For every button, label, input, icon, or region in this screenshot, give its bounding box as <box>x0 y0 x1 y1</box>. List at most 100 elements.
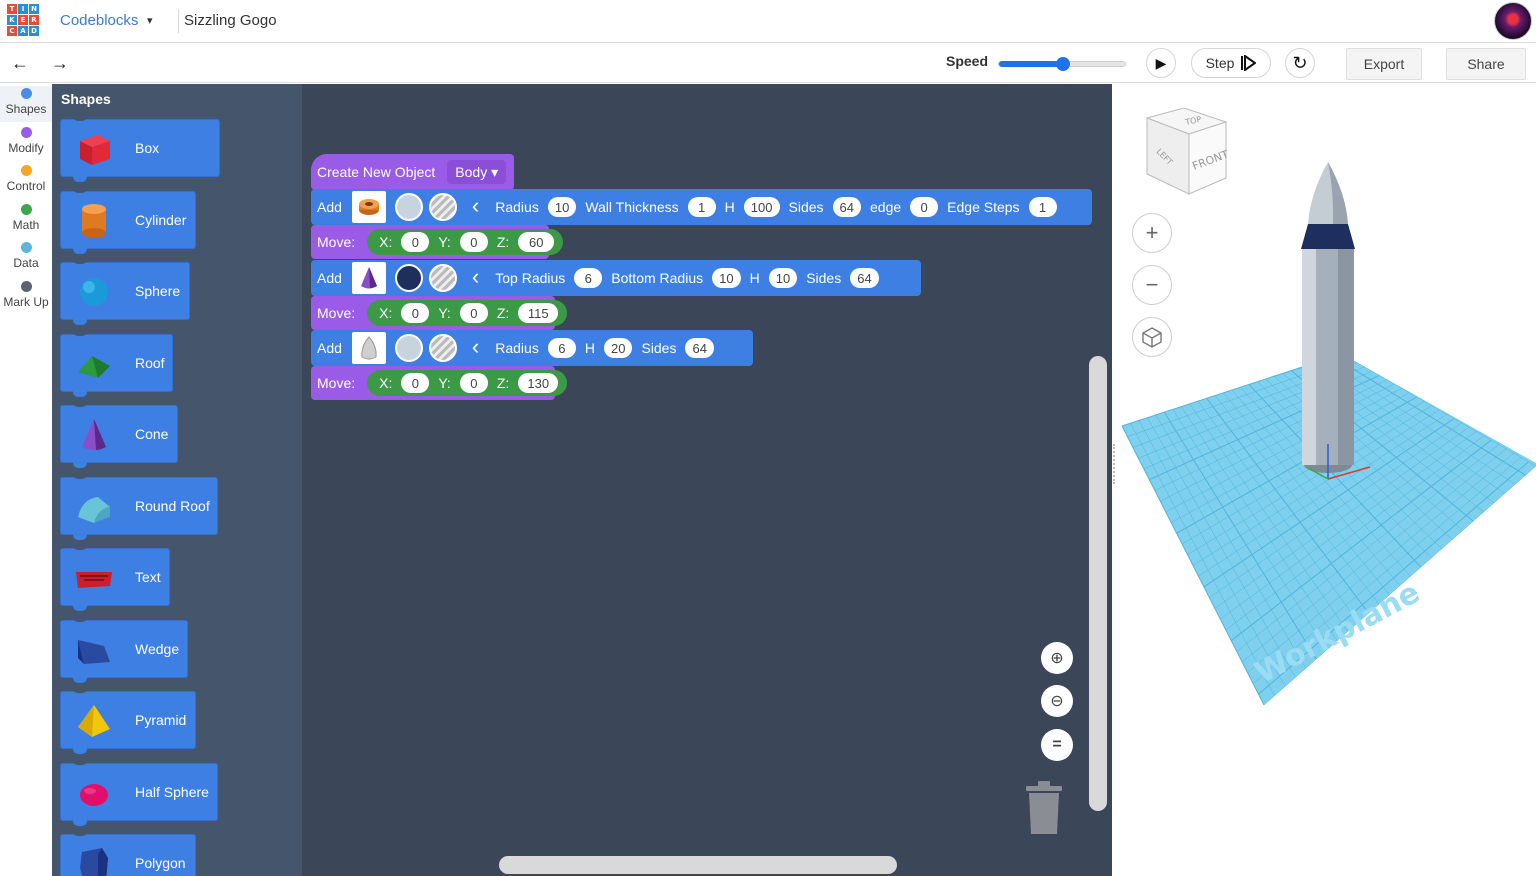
move-block-2[interactable]: Move: X: 0 Y: 0 Z: 115 <box>311 296 568 330</box>
speed-slider-thumb[interactable] <box>1056 57 1070 71</box>
workspace-vertical-scrollbar[interactable] <box>1089 356 1107 811</box>
undo-icon[interactable]: ← <box>8 51 32 75</box>
shape-block-sphere[interactable]: Sphere <box>60 258 190 325</box>
y-value-input[interactable]: 0 <box>459 373 488 393</box>
move-block-1[interactable]: Move: X: 0 Y: 0 Z: 60 <box>311 225 564 259</box>
shape-block-polygon[interactable]: Polygon <box>60 830 196 876</box>
workplane-grid[interactable]: Workplane <box>1112 84 1536 876</box>
z-value-input[interactable]: 115 <box>518 303 559 323</box>
x-value-input[interactable]: 0 <box>401 303 430 323</box>
3d-viewport[interactable]: TOP LEFT FRONT + − Workplane <box>1112 84 1536 876</box>
add-label: Add <box>317 340 342 356</box>
param-value-input[interactable]: 0 <box>910 197 939 217</box>
y-value-input[interactable]: 0 <box>459 232 488 252</box>
param-label: Radius <box>495 340 539 356</box>
xyz-vector-block[interactable]: X: 0 Y: 0 Z: 60 <box>367 229 564 255</box>
roof-icon <box>73 343 115 385</box>
redo-icon[interactable]: → <box>48 51 72 75</box>
object-name-dropdown[interactable]: Body ▾ <box>447 160 507 184</box>
x-value-input[interactable]: 0 <box>401 373 430 393</box>
shape-block-half-sphere[interactable]: Half Sphere <box>60 758 218 826</box>
hole-toggle[interactable] <box>428 264 457 292</box>
shape-block-cylinder[interactable]: Cylinder <box>60 186 196 254</box>
y-value-input[interactable]: 0 <box>459 303 488 323</box>
speed-slider-fill <box>999 61 1063 67</box>
tinkercad-logo[interactable]: TIN KER CAD <box>7 4 39 36</box>
category-label: Shapes <box>5 102 47 116</box>
collapse-chevron-icon[interactable]: ‹ <box>472 334 479 360</box>
param-value-input[interactable]: 6 <box>547 338 576 358</box>
shape-label: Text <box>135 569 161 585</box>
move-block-3[interactable]: Move: X: 0 Y: 0 Z: 130 <box>311 366 568 400</box>
param-label: H <box>749 270 760 286</box>
shape-block-round-roof[interactable]: Round Roof <box>60 472 218 540</box>
export-button[interactable]: Export <box>1346 48 1422 80</box>
param-value-input[interactable]: 64 <box>832 197 861 217</box>
shape-block-text[interactable]: Text <box>60 544 170 611</box>
param-value-input[interactable]: 10 <box>547 197 577 217</box>
z-value-input[interactable]: 130 <box>518 373 559 393</box>
color-swatch[interactable] <box>394 264 423 292</box>
param-value-input[interactable]: 64 <box>685 338 714 358</box>
collapse-chevron-icon[interactable]: ‹ <box>472 264 479 290</box>
add-paraboloid-block[interactable]: Add ‹ Radius 6 H 20 Sides 64 <box>311 330 753 366</box>
param-value-input[interactable]: 20 <box>603 338 633 358</box>
shape-block-pyramid[interactable]: Pyramid <box>60 687 196 754</box>
category-data[interactable]: Data <box>0 240 52 276</box>
app-name[interactable]: Codeblocks <box>60 12 138 29</box>
shape-label: Pyramid <box>135 712 187 728</box>
shape-label: Round Roof <box>135 497 210 514</box>
param-value-input[interactable]: 1 <box>1028 197 1057 217</box>
param-value-input[interactable]: 64 <box>850 268 879 288</box>
xyz-vector-block[interactable]: X: 0 Y: 0 Z: 115 <box>367 300 568 326</box>
category-shapes[interactable]: Shapes <box>0 86 52 122</box>
app-switcher-caret-icon[interactable]: ▾ <box>147 14 153 27</box>
hole-toggle[interactable] <box>428 193 457 221</box>
z-value-input[interactable]: 60 <box>518 232 555 252</box>
share-button[interactable]: Share <box>1446 48 1526 80</box>
paraboloid-thumbnail <box>351 332 386 364</box>
user-avatar[interactable] <box>1494 2 1532 40</box>
workspace-horizontal-scrollbar[interactable] <box>499 856 897 874</box>
collapse-chevron-icon[interactable]: ‹ <box>472 193 479 219</box>
hole-toggle[interactable] <box>428 334 457 362</box>
workspace-zoom-reset-icon[interactable]: = <box>1041 729 1073 761</box>
shape-block-cone[interactable]: Cone <box>60 401 178 468</box>
param-label: Radius <box>495 199 539 215</box>
app-header: TIN KER CAD Codeblocks ▾ Sizzling Gogo <box>0 0 1536 43</box>
category-modify[interactable]: Modify <box>0 125 52 161</box>
category-math[interactable]: Math <box>0 202 52 238</box>
category-control[interactable]: Control <box>0 163 52 199</box>
add-cone-block[interactable]: Add ‹ Top Radius 6 Bottom Radius 10 H 10 Sides… <box>311 260 921 296</box>
param-value-input[interactable]: 6 <box>574 268 603 288</box>
x-label: X: <box>379 234 393 250</box>
param-value-input[interactable]: 10 <box>768 268 798 288</box>
trash-icon[interactable] <box>1022 780 1066 836</box>
play-button[interactable]: ▶ <box>1146 48 1176 78</box>
add-tube-block[interactable]: Add ‹ Radius 10 Wall Thickness 1 H 100 Sides 64… <box>311 189 1092 225</box>
color-swatch[interactable] <box>394 193 423 221</box>
move-label: Move: <box>317 375 356 391</box>
shape-block-wedge[interactable]: Wedge <box>60 615 188 683</box>
xyz-vector-block[interactable]: X: 0 Y: 0 Z: 130 <box>367 370 568 396</box>
shape-label: Sphere <box>135 283 181 299</box>
viewport-resize-handle[interactable] <box>1113 444 1117 484</box>
box-icon <box>73 128 115 170</box>
color-swatch[interactable] <box>394 334 423 362</box>
workspace-zoom-in-icon[interactable]: ⊕ <box>1041 642 1073 674</box>
project-name[interactable]: Sizzling Gogo <box>184 12 277 29</box>
param-value-input[interactable]: 10 <box>712 268 741 288</box>
param-label: H <box>724 199 735 215</box>
code-workspace[interactable]: Create New Object Body ▾ Add ‹ Radius 10 W… <box>302 84 1112 876</box>
step-button[interactable]: Step <box>1191 48 1271 78</box>
create-new-object-block[interactable]: Create New Object Body ▾ <box>311 154 514 190</box>
workspace-zoom-out-icon[interactable]: ⊖ <box>1041 685 1073 717</box>
x-value-input[interactable]: 0 <box>401 232 430 252</box>
shape-block-roof[interactable]: Roof <box>60 329 173 397</box>
shape-block-box[interactable]: Box <box>60 115 220 182</box>
param-value-input[interactable]: 100 <box>743 197 780 217</box>
reset-button[interactable]: ↻ <box>1285 48 1315 78</box>
speed-slider[interactable] <box>998 57 1126 71</box>
param-value-input[interactable]: 1 <box>687 197 716 217</box>
category-mark-up[interactable]: Mark Up <box>0 279 52 315</box>
